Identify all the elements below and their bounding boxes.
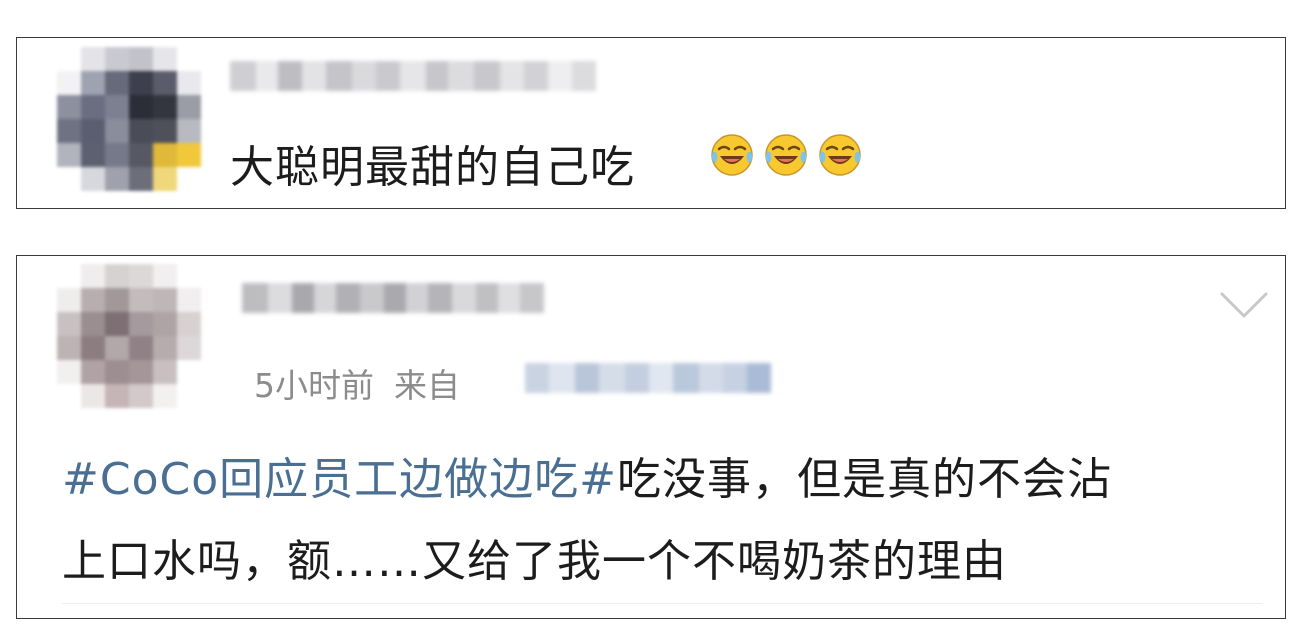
post-meta: 5小时前 来自 [254,359,460,407]
laughing-crying-emoji-icon [817,132,863,178]
source-app-blurred[interactable] [525,363,771,393]
avatar[interactable] [57,264,201,408]
post-line-2: 上口水吗，额……又给了我一个不喝奶茶的理由 [62,536,1007,587]
username-blurred[interactable] [230,61,596,91]
laughing-crying-emoji-icon [763,132,809,178]
divider [62,603,1262,604]
post-text-part: 吃没事，但是真的不会沾 [617,454,1113,505]
post-line-1: #CoCo回应员工边做边吃#吃没事，但是真的不会沾 [62,439,1262,521]
chevron-down-icon[interactable] [1219,290,1269,320]
comment-card: 大聪明最甜的自己吃 [16,37,1286,209]
post-body: #CoCo回应员工边做边吃#吃没事，但是真的不会沾 上口水吗，额……又给了我一个… [62,439,1262,603]
emoji-group [709,132,871,178]
comment-text: 大聪明最甜的自己吃 [230,142,635,193]
topic-link[interactable]: #CoCo回应员工边做边吃# [62,454,617,505]
laughing-crying-emoji-icon [709,132,755,178]
username-blurred[interactable] [242,283,544,313]
source-label: 来自 [394,366,460,405]
post-time: 5小时前 [254,366,374,405]
avatar[interactable] [57,47,201,191]
post-card: 5小时前 来自 #CoCo回应员工边做边吃#吃没事，但是真的不会沾 上口水吗，额…… [16,255,1286,619]
